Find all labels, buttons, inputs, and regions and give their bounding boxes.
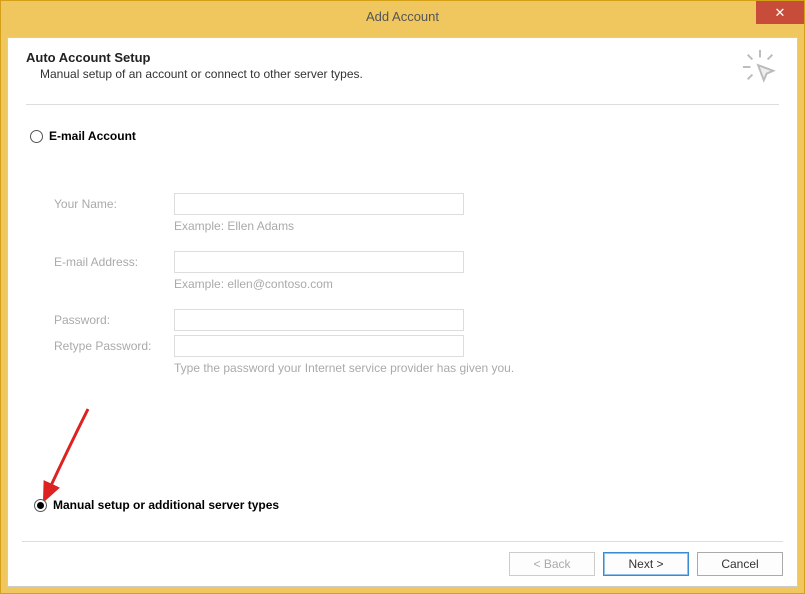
inner-panel: Auto Account Setup Manual setup of an ac… bbox=[7, 37, 798, 587]
back-button: < Back bbox=[509, 552, 595, 576]
cancel-button[interactable]: Cancel bbox=[697, 552, 783, 576]
radio-label-manual: Manual setup or additional server types bbox=[53, 498, 279, 512]
red-arrow-annotation bbox=[38, 404, 98, 504]
your-name-field[interactable] bbox=[174, 193, 464, 215]
cursor-click-icon bbox=[741, 48, 779, 86]
email-field[interactable] bbox=[174, 251, 464, 273]
content-frame: Auto Account Setup Manual setup of an ac… bbox=[1, 31, 804, 593]
page-title: Auto Account Setup bbox=[26, 50, 363, 65]
radio-icon bbox=[30, 130, 43, 143]
password-field[interactable] bbox=[174, 309, 464, 331]
row-email: E-mail Address: bbox=[54, 251, 779, 273]
row-retype-password: Retype Password: bbox=[54, 335, 779, 357]
label-retype-password: Retype Password: bbox=[54, 339, 174, 353]
row-password: Password: bbox=[54, 309, 779, 331]
radio-email-account[interactable]: E-mail Account bbox=[30, 129, 779, 143]
radio-icon bbox=[34, 499, 47, 512]
radio-label-email: E-mail Account bbox=[49, 129, 136, 143]
label-email: E-mail Address: bbox=[54, 255, 174, 269]
retype-password-field[interactable] bbox=[174, 335, 464, 357]
label-password: Password: bbox=[54, 313, 174, 327]
hint-your-name: Example: Ellen Adams bbox=[174, 219, 779, 233]
next-button[interactable]: Next > bbox=[603, 552, 689, 576]
header-section: Auto Account Setup Manual setup of an ac… bbox=[26, 50, 779, 105]
close-icon: ✕ bbox=[775, 5, 786, 21]
hint-password: Type the password your Internet service … bbox=[174, 361, 779, 375]
add-account-dialog: Add Account ✕ Auto Account Setup Manual … bbox=[0, 0, 805, 594]
label-your-name: Your Name: bbox=[54, 197, 174, 211]
window-title: Add Account bbox=[366, 9, 439, 24]
form-section: Your Name: Example: Ellen Adams E-mail A… bbox=[54, 193, 779, 375]
button-bar: < Back Next > Cancel bbox=[22, 541, 783, 576]
titlebar: Add Account ✕ bbox=[1, 1, 804, 31]
row-your-name: Your Name: bbox=[54, 193, 779, 215]
hint-email: Example: ellen@contoso.com bbox=[174, 277, 779, 291]
page-subtitle: Manual setup of an account or connect to… bbox=[40, 67, 363, 81]
radio-manual-setup[interactable]: Manual setup or additional server types bbox=[34, 498, 279, 518]
close-button[interactable]: ✕ bbox=[756, 1, 804, 24]
header-text: Auto Account Setup Manual setup of an ac… bbox=[26, 50, 363, 86]
radio-group: E-mail Account bbox=[30, 129, 779, 143]
